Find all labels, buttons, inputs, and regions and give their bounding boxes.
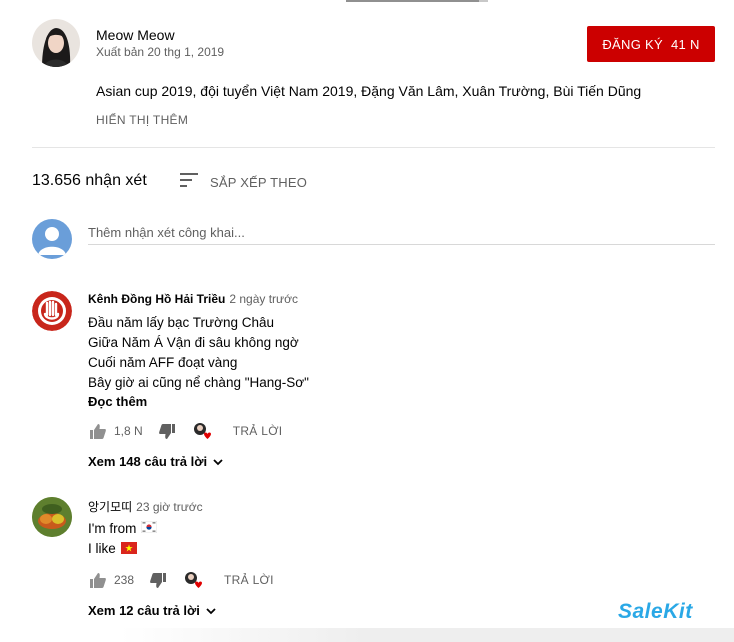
reply-button[interactable]: TRẢ LỜI [224, 573, 274, 587]
show-more-button[interactable]: HIỂN THỊ THÊM [96, 113, 188, 127]
comment-actions: 238 TRẢ LỜI [88, 568, 274, 592]
subscribe-button[interactable]: ĐĂNG KÝ 41 N [587, 26, 715, 62]
thumb-up-icon[interactable] [88, 570, 108, 590]
publish-date: Xuất bản 20 thg 1, 2019 [96, 45, 225, 59]
salekit-watermark: SaleKit [618, 600, 693, 623]
sort-label: SẮP XẾP THEO [210, 174, 308, 190]
video-progress-fill [346, 0, 480, 2]
subscribe-label: ĐĂNG KÝ [602, 36, 663, 52]
comment-text: I'm from I like [88, 519, 158, 560]
creator-heart-icon [191, 421, 215, 441]
vietnam-flag-icon [120, 540, 137, 560]
thumb-down-icon[interactable] [148, 570, 168, 590]
comment-header: 앙기모띠 23 giờ trước [88, 498, 203, 515]
bottom-fade [120, 628, 734, 642]
comment-header: Kênh Đồng Hồ Hải Triều 2 ngày trước [88, 292, 298, 306]
comment-line: Đầu năm lấy bạc Trường Châu [88, 315, 274, 330]
reply-button[interactable]: TRẢ LỜI [233, 424, 283, 438]
new-comment-box [32, 219, 715, 259]
video-progress-bar[interactable] [346, 0, 488, 2]
comment-actions: 1,8 N TRẢ LỜI [88, 419, 282, 443]
comment-line: I'm from [88, 521, 137, 536]
view-replies-label: Xem 148 câu trả lời [88, 454, 208, 469]
section-divider [32, 147, 715, 148]
korea-flag-icon [140, 519, 158, 539]
thumb-down-icon[interactable] [157, 421, 177, 441]
owner-avatar[interactable] [32, 19, 80, 67]
chevron-down-icon [206, 603, 216, 618]
sort-button[interactable]: SẮP XẾP THEO [180, 172, 307, 192]
comment-line: Bây giờ ai cũng nể chàng "Hang-Sơ" [88, 375, 309, 390]
read-more-button[interactable]: Đọc thêm [88, 394, 147, 409]
commenter-avatar[interactable] [32, 497, 72, 537]
view-replies-button[interactable]: Xem 12 câu trả lời [88, 603, 216, 618]
thumb-up-icon[interactable] [88, 421, 108, 441]
like-count: 1,8 N [114, 424, 143, 438]
video-description: Asian cup 2019, đội tuyển Việt Nam 2019,… [96, 83, 642, 99]
comment-line: Giữa Năm Á Vận đi sâu không ngờ [88, 335, 299, 350]
comment-line: Cuối năm AFF đoạt vàng [88, 355, 238, 370]
comment-input[interactable] [88, 221, 715, 245]
comment-author[interactable]: Kênh Đồng Hồ Hải Triều [88, 292, 225, 306]
subscriber-count: 41 N [670, 36, 700, 52]
sort-icon [180, 172, 200, 192]
comment-author[interactable]: 앙기모띠 [88, 500, 132, 514]
view-replies-button[interactable]: Xem 148 câu trả lời [88, 454, 223, 469]
comment-time[interactable]: 2 ngày trước [229, 292, 298, 306]
comment-count: 13.656 nhận xét [32, 172, 147, 189]
commenter-avatar[interactable] [32, 291, 72, 331]
view-replies-label: Xem 12 câu trả lời [88, 603, 200, 618]
creator-heart-icon [182, 570, 206, 590]
comment-line: I like [88, 541, 116, 557]
comment-text: Đầu năm lấy bạc Trường Châu Giữa Năm Á V… [88, 313, 309, 393]
owner-name[interactable]: Meow Meow [96, 27, 175, 43]
like-count: 238 [114, 573, 135, 587]
chevron-down-icon [213, 454, 223, 469]
current-user-avatar [32, 219, 72, 259]
comment-time[interactable]: 23 giờ trước [136, 500, 202, 514]
